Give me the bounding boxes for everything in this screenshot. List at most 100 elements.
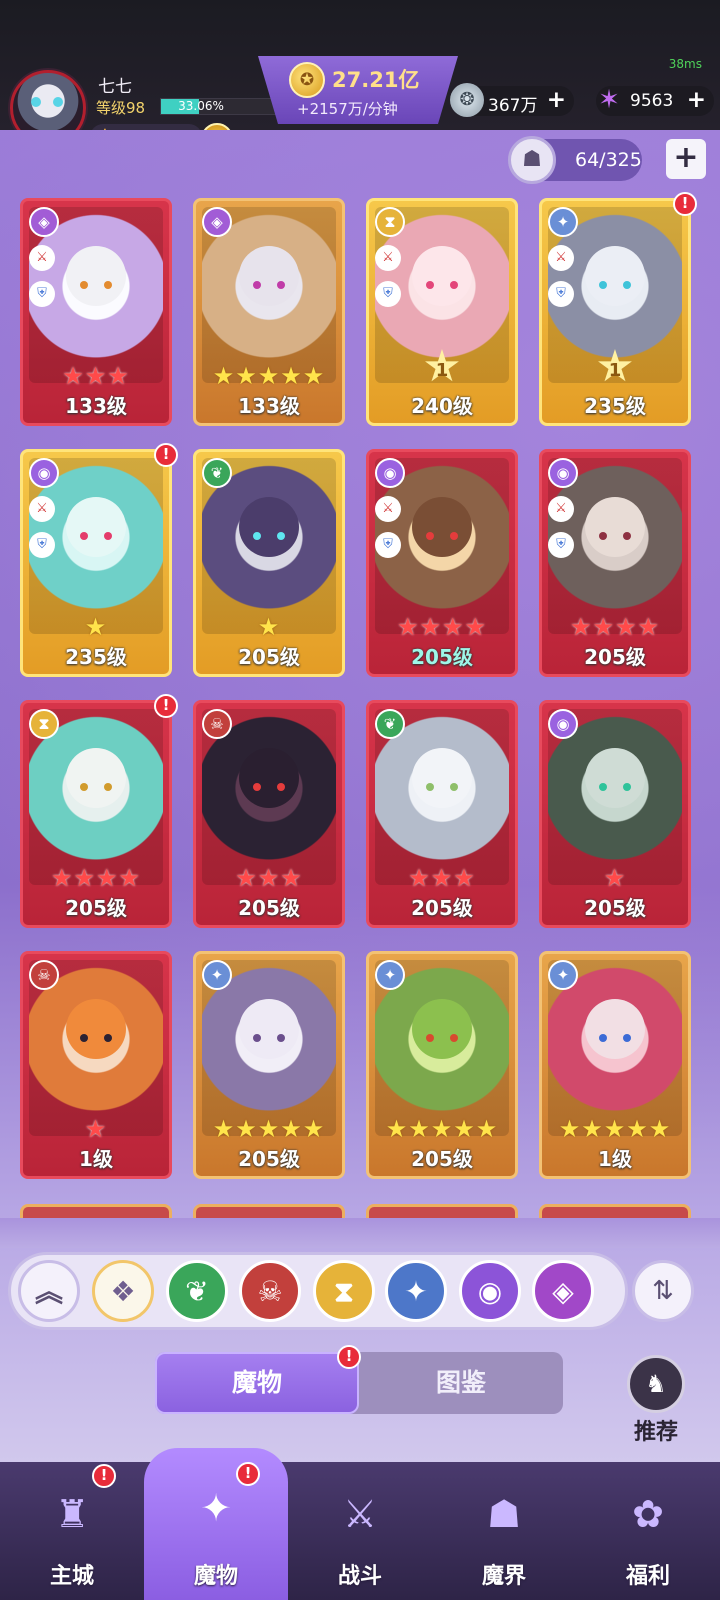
player-level: 等级98	[96, 99, 146, 117]
star-rating: ★★★	[62, 362, 130, 390]
nav-item-2[interactable]: ⚔ 战斗	[288, 1462, 432, 1600]
defense-role-icon: ⛨	[29, 281, 55, 307]
monster-card[interactable]: ❦ ★★★ 205级	[366, 700, 518, 928]
eye-element-icon: ◉	[548, 709, 578, 739]
defense-role-icon: ⛨	[375, 281, 401, 307]
card-alert-badge: !	[673, 192, 697, 216]
nav-item-3[interactable]: ☗ 魔界	[432, 1462, 576, 1600]
castle-icon: ♜	[54, 1492, 90, 1536]
monster-card[interactable]: ✦ ★★★★★ 1级	[539, 951, 691, 1179]
monster-level: 205级	[411, 645, 473, 669]
star-rating: ★★★★★	[385, 1115, 499, 1143]
reward-chest-icon: ✿	[632, 1492, 664, 1536]
dragon-element-icon: ✦	[202, 960, 232, 990]
monster-level: 205级	[238, 645, 300, 669]
sort-order-button[interactable]: ⇅	[632, 1260, 694, 1322]
nav-label: 福利	[625, 1564, 670, 1589]
monster-card-partial[interactable]	[20, 1204, 172, 1218]
attack-role-icon: ⚔	[548, 245, 574, 271]
add-silver-button[interactable]: +	[547, 87, 566, 113]
attack-role-icon: ⚔	[548, 496, 574, 522]
star-rating: ★★★★	[396, 613, 488, 641]
card-alert-badge: !	[154, 443, 178, 467]
filter-diamond-icon[interactable]: ◈	[532, 1260, 594, 1322]
nav-label: 魔物	[193, 1564, 238, 1589]
silver-gem-icon: ❂	[450, 83, 484, 117]
monster-card[interactable]: ☠ ★★★ 205级	[193, 700, 345, 928]
monster-level: 205级	[411, 1147, 473, 1171]
attack-role-icon: ⚔	[375, 245, 401, 271]
defense-role-icon: ⛨	[548, 281, 574, 307]
filter-hourglass-icon[interactable]: ⧗	[313, 1260, 375, 1322]
dragon-element-icon: ✦	[548, 207, 578, 237]
leaf-element-icon: ❦	[202, 458, 232, 488]
monster-card[interactable]: ◈ ⚔ ⛨ ★★★ 133级	[20, 198, 172, 426]
monster-level: 205级	[411, 896, 473, 920]
star-gem-amount: 9563	[630, 91, 674, 111]
add-star-gem-button[interactable]: +	[687, 87, 706, 113]
monster-card[interactable]: ◉ ⚔ ⛨ ★★★★ 205级	[539, 449, 691, 677]
monster-card-partial[interactable]	[366, 1204, 518, 1218]
nav-label: 主城	[49, 1564, 94, 1589]
tab-codex[interactable]: 图鉴	[359, 1352, 563, 1414]
monster-level: 133级	[65, 394, 127, 418]
nav-item-4[interactable]: ✿ 福利	[576, 1462, 720, 1600]
monster-card[interactable]: ◈ ★★★★★ 133级	[193, 198, 345, 426]
monster-card[interactable]: ⧗ ⚔ ⛨ ★ 1 240级	[366, 198, 518, 426]
silver-amount: 367万	[488, 96, 538, 116]
monster-card[interactable]: ❦ ★ 205级	[193, 449, 345, 677]
expand-capacity-button[interactable]: +	[666, 139, 706, 179]
diamond-element-icon: ◈	[29, 207, 59, 237]
monster-level: 205级	[238, 896, 300, 920]
silver-resource-pill[interactable]: ❂ 367万 +	[450, 83, 574, 117]
monster-card[interactable]: ✦ ★★★★★ 205级	[193, 951, 345, 1179]
nav-item-0[interactable]: ♜ 主城!	[0, 1462, 144, 1600]
monster-card-partial[interactable]	[539, 1204, 691, 1218]
monster-card[interactable]: ⧗ ★★★★ 205级	[20, 700, 172, 928]
gold-coin-icon: ✪	[289, 62, 325, 98]
monster-card[interactable]: ✦ ⚔ ⛨ ★ 1 235级	[539, 198, 691, 426]
tab-monsters-alert-badge: !	[337, 1345, 361, 1369]
diamond-element-icon: ◈	[202, 207, 232, 237]
star-rating: ★★★★	[50, 864, 142, 892]
attack-role-icon: ⚔	[29, 245, 55, 271]
filter-demon-icon[interactable]: ☠	[239, 1260, 301, 1322]
gold-rate: +2157万/分钟	[297, 100, 398, 118]
nav-alert-badge: !	[236, 1462, 260, 1486]
monster-card[interactable]: ☠ ★ 1级	[20, 951, 172, 1179]
filter-eye-icon[interactable]: ◉	[459, 1260, 521, 1322]
monster-level: 235级	[584, 394, 646, 418]
demon-element-icon: ☠	[202, 709, 232, 739]
filter-collapse-icon[interactable]: ︽	[18, 1260, 80, 1322]
list-fade	[0, 1218, 720, 1248]
nav-item-1[interactable]: ✦ 魔物!	[144, 1448, 288, 1600]
defense-role-icon: ⛨	[375, 532, 401, 558]
nav-label: 魔界	[481, 1564, 526, 1589]
star-rating: ★	[84, 613, 108, 641]
star-rating: ★★★★	[569, 613, 661, 641]
filter-dragon-icon[interactable]: ✦	[385, 1260, 447, 1322]
star-gem-icon: ✶	[598, 85, 620, 115]
filter-leaf-icon[interactable]: ❦	[166, 1260, 228, 1322]
ping-readout: 38ms	[668, 57, 702, 71]
tab-monsters[interactable]: 魔物	[155, 1352, 359, 1414]
monster-card[interactable]: ◉ ⚔ ⛨ ★ 235级	[20, 449, 172, 677]
monster-level: 235级	[65, 645, 127, 669]
star-rating: ★	[257, 613, 281, 641]
filter-all-icon[interactable]: ❖	[92, 1260, 154, 1322]
monster-level: 205级	[65, 896, 127, 920]
nav-label: 战斗	[337, 1564, 382, 1589]
star-rating: ★★★	[235, 864, 303, 892]
monster-card-partial[interactable]	[193, 1204, 345, 1218]
recommend-label[interactable]: 推荐	[622, 1414, 690, 1446]
monster-card[interactable]: ✦ ★★★★★ 205级	[366, 951, 518, 1179]
star-rating: ★	[603, 864, 627, 892]
monster-card[interactable]: ◉ ★ 205级	[539, 700, 691, 928]
monster-card[interactable]: ◉ ⚔ ⛨ ★★★★ 205级	[366, 449, 518, 677]
eye-element-icon: ◉	[375, 458, 405, 488]
defense-role-icon: ⛨	[29, 532, 55, 558]
recommend-icon[interactable]: ♞	[627, 1355, 685, 1413]
star-gem-resource-pill[interactable]: ✶ 9563 +	[596, 85, 714, 116]
xp-bar: 33.06%	[160, 98, 278, 115]
eye-element-icon: ◉	[548, 458, 578, 488]
